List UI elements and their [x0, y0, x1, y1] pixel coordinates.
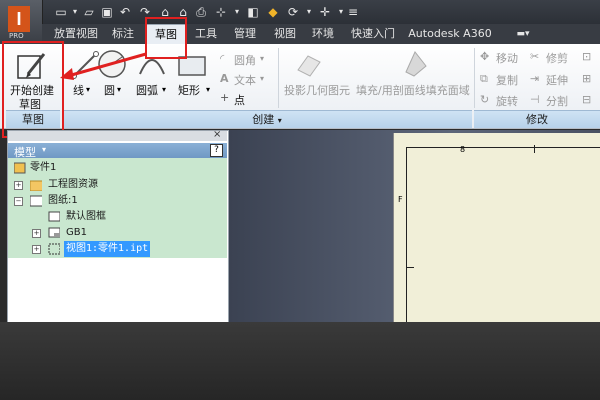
rectangle-dropdown-icon[interactable]: ▾	[206, 85, 210, 94]
browser-title-bar[interactable]: 模型 ▾ ?	[8, 143, 227, 159]
close-icon[interactable]: ×	[213, 129, 221, 140]
tab-more-icon[interactable]: ▬▾	[510, 24, 536, 44]
panel-title-create[interactable]: 创建 ▾	[62, 110, 472, 128]
tab-environments[interactable]: 环境	[306, 24, 340, 44]
tree-item-label: GB1	[66, 227, 87, 238]
open-folder-icon[interactable]: ▱	[82, 5, 96, 19]
scale-icon[interactable]: ⊡	[582, 50, 591, 63]
zone-tick	[534, 145, 535, 153]
ribbon-tab-bar: 放置视图 标注 草图 工具 管理 视图 环境 快速入门 Autodesk A36…	[42, 24, 600, 44]
zone-label-top: 8	[460, 145, 466, 154]
view-icon	[48, 243, 60, 255]
highlight-sketch-tab	[145, 17, 187, 59]
expand-icon[interactable]: +	[32, 229, 41, 238]
appearance-icon[interactable]: ◧	[246, 5, 260, 19]
highlight-start-sketch	[2, 41, 64, 138]
copy-icon[interactable]: ⧉	[480, 72, 488, 86]
customize-icon[interactable]: ≡	[346, 5, 360, 19]
trim-label[interactable]: 修剪	[546, 50, 568, 66]
trim-icon[interactable]: ✂	[530, 50, 539, 63]
title-block-icon	[48, 227, 60, 238]
annotation-arrow	[60, 52, 147, 80]
sheet-icon	[30, 195, 42, 207]
drawing-doc-icon	[14, 162, 26, 174]
arc-dropdown-icon[interactable]: ▾	[162, 85, 166, 94]
ribbon-separator-2	[474, 48, 475, 108]
tree-item-label: 默认图框	[66, 211, 106, 222]
fill-region-label[interactable]: 填充/用剖面线填充面域	[356, 82, 470, 98]
panel-title-create-label: 创建	[252, 113, 275, 126]
tree-item-label: 图纸:1	[48, 195, 78, 206]
help-icon[interactable]: ?	[210, 144, 223, 157]
extend-icon[interactable]: ⇥	[530, 72, 539, 85]
edition-label: PRO	[9, 32, 24, 40]
select-icon[interactable]: ⊹	[214, 5, 228, 19]
collapse-icon[interactable]: −	[14, 197, 23, 206]
point-label[interactable]: 点	[234, 92, 245, 108]
panel-expand-icon[interactable]: ▾	[278, 116, 282, 125]
project-geometry-label[interactable]: 投影几何图元	[284, 82, 350, 98]
tab-view[interactable]: 视图	[268, 24, 302, 44]
text-label[interactable]: 文本	[234, 72, 256, 88]
sheet-border	[406, 147, 600, 328]
ribbon-separator	[278, 48, 279, 108]
zone-tick	[406, 267, 414, 268]
zone-label-side: F	[398, 195, 403, 204]
tab-manage[interactable]: 管理	[228, 24, 262, 44]
split-label[interactable]: 分割	[546, 93, 568, 109]
application-menu-button[interactable]: I PRO	[0, 0, 43, 44]
fillet-label[interactable]: 圆角	[234, 52, 256, 68]
save-icon[interactable]: ▣	[100, 5, 114, 19]
split-icon[interactable]: ⊣	[530, 93, 540, 106]
app-logo: I	[8, 6, 30, 32]
tab-annotate[interactable]: 标注	[106, 24, 140, 44]
dropdown-icon[interactable]: ▾	[68, 5, 82, 19]
select-dropdown-icon[interactable]: ▾	[230, 5, 244, 19]
fillet-dropdown-icon[interactable]: ▾	[260, 54, 264, 63]
lower-background	[0, 322, 600, 400]
arc-label[interactable]: 圆弧	[136, 82, 158, 98]
undo-icon[interactable]: ↶	[118, 5, 132, 19]
line-dropdown-icon[interactable]: ▾	[86, 85, 90, 94]
new-file-icon[interactable]: ▭	[54, 5, 68, 19]
tab-autodesk-a360[interactable]: Autodesk A360	[408, 24, 492, 44]
offset-icon[interactable]: ⊟	[582, 93, 591, 106]
panel-title-modify: 修改	[474, 110, 600, 128]
folder-icon	[30, 180, 42, 191]
update-icon[interactable]: ⟳	[286, 5, 300, 19]
tab-tools[interactable]: 工具	[190, 24, 222, 44]
measure-icon[interactable]: ✛	[318, 5, 332, 19]
stretch-icon[interactable]: ⊞	[582, 72, 591, 85]
rotate-label[interactable]: 旋转	[496, 93, 518, 109]
tab-get-started[interactable]: 快速入门	[346, 24, 400, 44]
drawing-sheet[interactable]: 8 F	[393, 133, 600, 328]
expand-icon[interactable]: +	[14, 181, 23, 190]
print-icon[interactable]: ⎙	[194, 5, 208, 19]
tree-item-label-selected: 视图1:零件1.ipt	[64, 241, 151, 257]
copy-label[interactable]: 复制	[496, 72, 518, 88]
tree-item-label: 零件1	[30, 162, 57, 173]
line-label[interactable]: 线	[73, 82, 84, 98]
rectangle-label[interactable]: 矩形	[178, 82, 200, 98]
expand-icon[interactable]: +	[32, 245, 41, 254]
circle-label[interactable]: 圆	[104, 82, 115, 98]
fillet-icon[interactable]: ◜	[220, 52, 224, 65]
border-icon	[48, 211, 60, 222]
fill-region-icon[interactable]	[400, 48, 430, 78]
extend-label[interactable]: 延伸	[546, 72, 568, 88]
move-label[interactable]: 移动	[496, 50, 518, 66]
move-icon[interactable]: ✥	[480, 50, 489, 63]
quick-access-toolbar: ▭ ▾ ▱ ▣ ↶ ↷ ⌂ ⌂ ⎙ ⊹ ▾ ◧ ◆ ⟳ ▾ ✛ ▾ ≡	[0, 0, 600, 24]
tree-item-label: 工程图资源	[48, 179, 98, 190]
update-dropdown-icon[interactable]: ▾	[302, 5, 316, 19]
material-icon[interactable]: ◆	[266, 5, 280, 19]
project-geometry-icon[interactable]	[294, 50, 324, 78]
circle-dropdown-icon[interactable]: ▾	[117, 85, 121, 94]
point-icon[interactable]: +	[220, 91, 229, 104]
rotate-icon[interactable]: ↻	[480, 93, 489, 106]
text-icon[interactable]: A	[220, 72, 229, 85]
browser-dropdown-icon[interactable]: ▾	[42, 145, 46, 154]
text-dropdown-icon[interactable]: ▾	[260, 74, 264, 83]
browser-header-strip: ×	[8, 129, 227, 141]
